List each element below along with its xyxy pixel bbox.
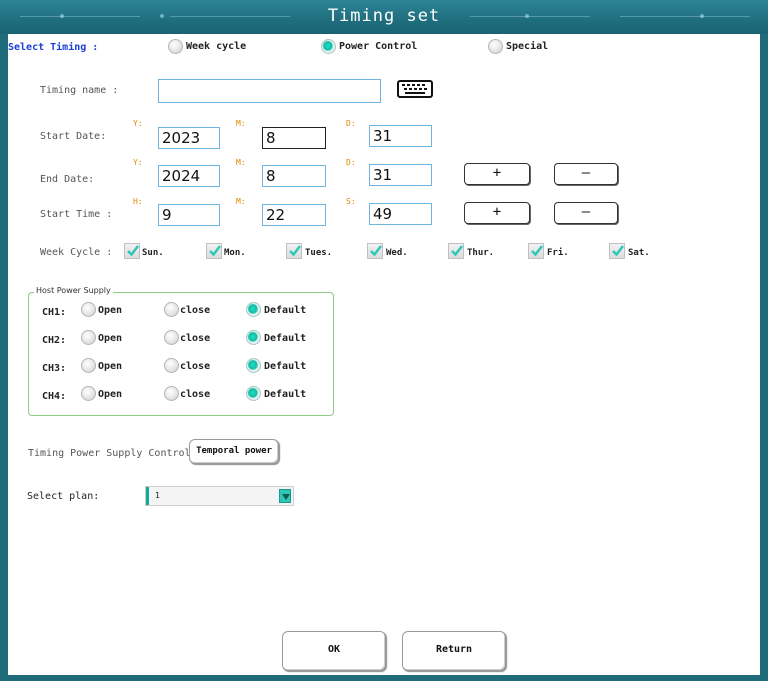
ch2-open-radio[interactable] [81,330,96,345]
start-year-tag: Y: [133,119,143,128]
ch2-default-radio[interactable] [246,330,261,345]
start-day-tag: D: [346,119,356,128]
select-accent-bar [146,487,149,505]
start-month-tag: M: [236,119,246,128]
ch1-default-radio[interactable] [246,302,261,317]
ch1-open-label[interactable]: Open [98,305,122,316]
start-month-input[interactable]: 8 [262,127,326,149]
ch4-default-label[interactable]: Default [264,389,306,400]
ch4-close-label[interactable]: close [180,389,210,400]
return-button[interactable]: Return [402,631,506,671]
end-month-tag: M: [236,158,246,167]
start-time-minus-button[interactable]: — [554,202,618,224]
checkbox-tues-label[interactable]: Tues. [305,248,332,258]
radio-week-cycle-label[interactable]: Week cycle [186,41,246,52]
checkbox-fri[interactable] [528,243,544,259]
timing-set-window: Timing set Select Timing : Week cycle Po… [0,0,768,681]
checkmark-icon [127,245,139,257]
radio-special[interactable] [488,39,503,54]
start-date-label: Start Date: [40,131,107,142]
checkbox-sun-label[interactable]: Sun. [142,248,164,258]
checkbox-thur[interactable] [448,243,464,259]
ch3-close-label[interactable]: close [180,361,210,372]
ch2-default-label[interactable]: Default [264,333,306,344]
checkbox-sun[interactable] [124,243,140,259]
minute-tag: M: [236,197,246,206]
end-year-input[interactable]: 2024 [158,165,220,187]
ch4-close-radio[interactable] [164,386,179,401]
radio-power-control-label[interactable]: Power Control [339,41,417,52]
checkbox-wed[interactable] [367,243,383,259]
chevron-down-icon[interactable] [279,489,291,503]
second-input[interactable]: 49 [369,203,432,225]
select-plan-dropdown[interactable]: 1 [145,486,294,506]
ch4-default-radio[interactable] [246,386,261,401]
radio-power-control[interactable] [321,39,336,54]
checkmark-icon [370,245,382,257]
ch3-close-radio[interactable] [164,358,179,373]
checkbox-sat-label[interactable]: Sat. [628,248,650,258]
checkbox-mon[interactable] [206,243,222,259]
start-time-plus-button[interactable]: + [464,202,530,224]
radio-special-label[interactable]: Special [506,41,548,52]
start-day-input[interactable]: 31 [369,125,432,147]
ch4-label: CH4: [42,391,67,402]
title-bar: Timing set [0,0,768,34]
checkmark-icon [451,245,463,257]
ch1-open-radio[interactable] [81,302,96,317]
ch1-label: CH1: [42,307,67,318]
hour-input[interactable]: 9 [158,204,220,226]
ch1-close-radio[interactable] [164,302,179,317]
ch3-open-label[interactable]: Open [98,361,122,372]
checkbox-wed-label[interactable]: Wed. [386,248,408,258]
ch3-label: CH3: [42,363,67,374]
timing-name-input[interactable] [158,79,381,103]
ch1-close-label[interactable]: close [180,305,210,316]
start-time-label: Start Time : [40,209,113,220]
select-plan-label: Select plan: [27,491,100,502]
end-date-label: End Date: [40,174,95,185]
end-day-tag: D: [346,158,356,167]
checkbox-sat[interactable] [609,243,625,259]
timing-power-label: Timing Power Supply Control [28,448,191,459]
ch1-default-label[interactable]: Default [264,305,306,316]
ok-button[interactable]: OK [282,631,386,671]
ch4-open-radio[interactable] [81,386,96,401]
checkbox-fri-label[interactable]: Fri. [547,248,569,258]
ch2-close-label[interactable]: close [180,333,210,344]
ch2-label: CH2: [42,335,67,346]
content-panel: Select Timing : Week cycle Power Control… [8,34,760,675]
week-cycle-label: Week Cycle : [40,247,113,258]
end-year-tag: Y: [133,158,143,167]
checkmark-icon [289,245,301,257]
ch4-open-label[interactable]: Open [98,389,122,400]
select-plan-value: 1 [155,491,160,500]
checkmark-icon [612,245,624,257]
checkmark-icon [531,245,543,257]
ch2-open-label[interactable]: Open [98,333,122,344]
end-date-minus-button[interactable]: — [554,163,618,185]
end-month-input[interactable]: 8 [262,165,326,187]
second-tag: S: [346,197,356,206]
end-date-plus-button[interactable]: + [464,163,530,185]
ch2-close-radio[interactable] [164,330,179,345]
minute-input[interactable]: 22 [262,204,326,226]
ch3-open-radio[interactable] [81,358,96,373]
keyboard-icon[interactable] [397,79,433,99]
host-power-title: Host Power Supply [34,286,113,295]
checkbox-mon-label[interactable]: Mon. [224,248,246,258]
window-title: Timing set [327,6,441,26]
ch3-default-label[interactable]: Default [264,361,306,372]
ch3-default-radio[interactable] [246,358,261,373]
select-timing-label: Select Timing : [8,42,99,53]
checkbox-tues[interactable] [286,243,302,259]
end-day-input[interactable]: 31 [369,164,432,186]
temporal-power-button[interactable]: Temporal power [189,439,279,464]
hour-tag: H: [133,197,143,206]
checkmark-icon [209,245,221,257]
radio-week-cycle[interactable] [168,39,183,54]
checkbox-thur-label[interactable]: Thur. [467,248,494,258]
timing-name-label: Timing name : [40,85,119,96]
start-year-input[interactable]: 2023 [158,127,220,149]
